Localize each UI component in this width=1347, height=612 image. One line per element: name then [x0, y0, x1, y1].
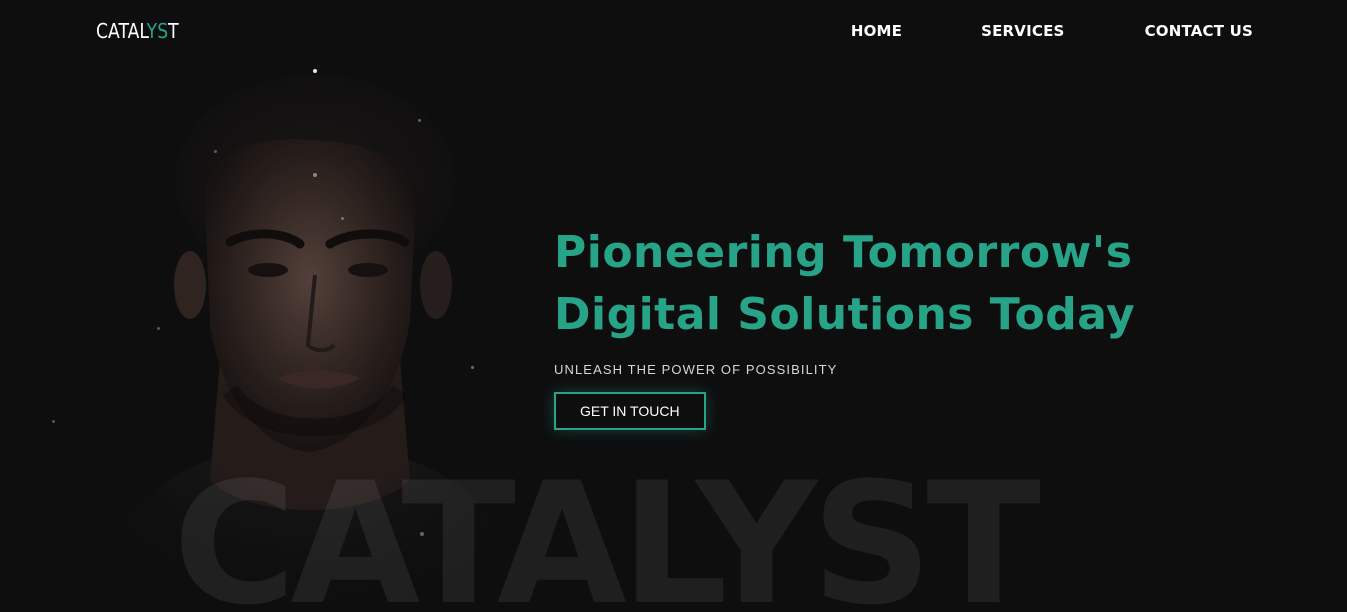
hero-portrait-image: [110, 60, 510, 612]
logo-text-accent: YS: [146, 19, 169, 43]
logo-text-suffix: T: [168, 19, 179, 43]
sparkle-star: [52, 420, 55, 423]
nav-link-contact-us[interactable]: CONTACT US: [1145, 22, 1253, 40]
hero-headline: Pioneering Tomorrow's Digital Solutions …: [554, 222, 1135, 346]
sparkle-star: [157, 327, 160, 330]
sparkle-star: [418, 119, 421, 122]
sparkle-star: [214, 150, 217, 153]
sparkle-star: [313, 69, 317, 73]
sparkle-star: [341, 217, 344, 220]
hero-headline-line-2: Digital Solutions Today: [554, 289, 1136, 340]
sparkle-star: [420, 532, 424, 536]
nav-link-home[interactable]: HOME: [851, 22, 902, 40]
hero-page: CATALYST CATALYST HOME SERVICES CONTACT …: [0, 0, 1347, 612]
get-in-touch-button[interactable]: GET IN TOUCH: [554, 392, 706, 430]
main-navigation: HOME SERVICES CONTACT US: [851, 22, 1253, 40]
nav-link-services[interactable]: SERVICES: [981, 22, 1064, 40]
logo-text-prefix: CATAL: [96, 19, 147, 43]
hero-content: Pioneering Tomorrow's Digital Solutions …: [554, 222, 1135, 430]
sparkle-star: [313, 173, 317, 177]
sparkle-star: [471, 366, 474, 369]
catalyst-logo[interactable]: CATALYST: [96, 19, 179, 43]
hero-headline-line-1: Pioneering Tomorrow's: [554, 227, 1133, 278]
hero-subtitle: UNLEASH THE POWER OF POSSIBILITY: [554, 362, 838, 377]
